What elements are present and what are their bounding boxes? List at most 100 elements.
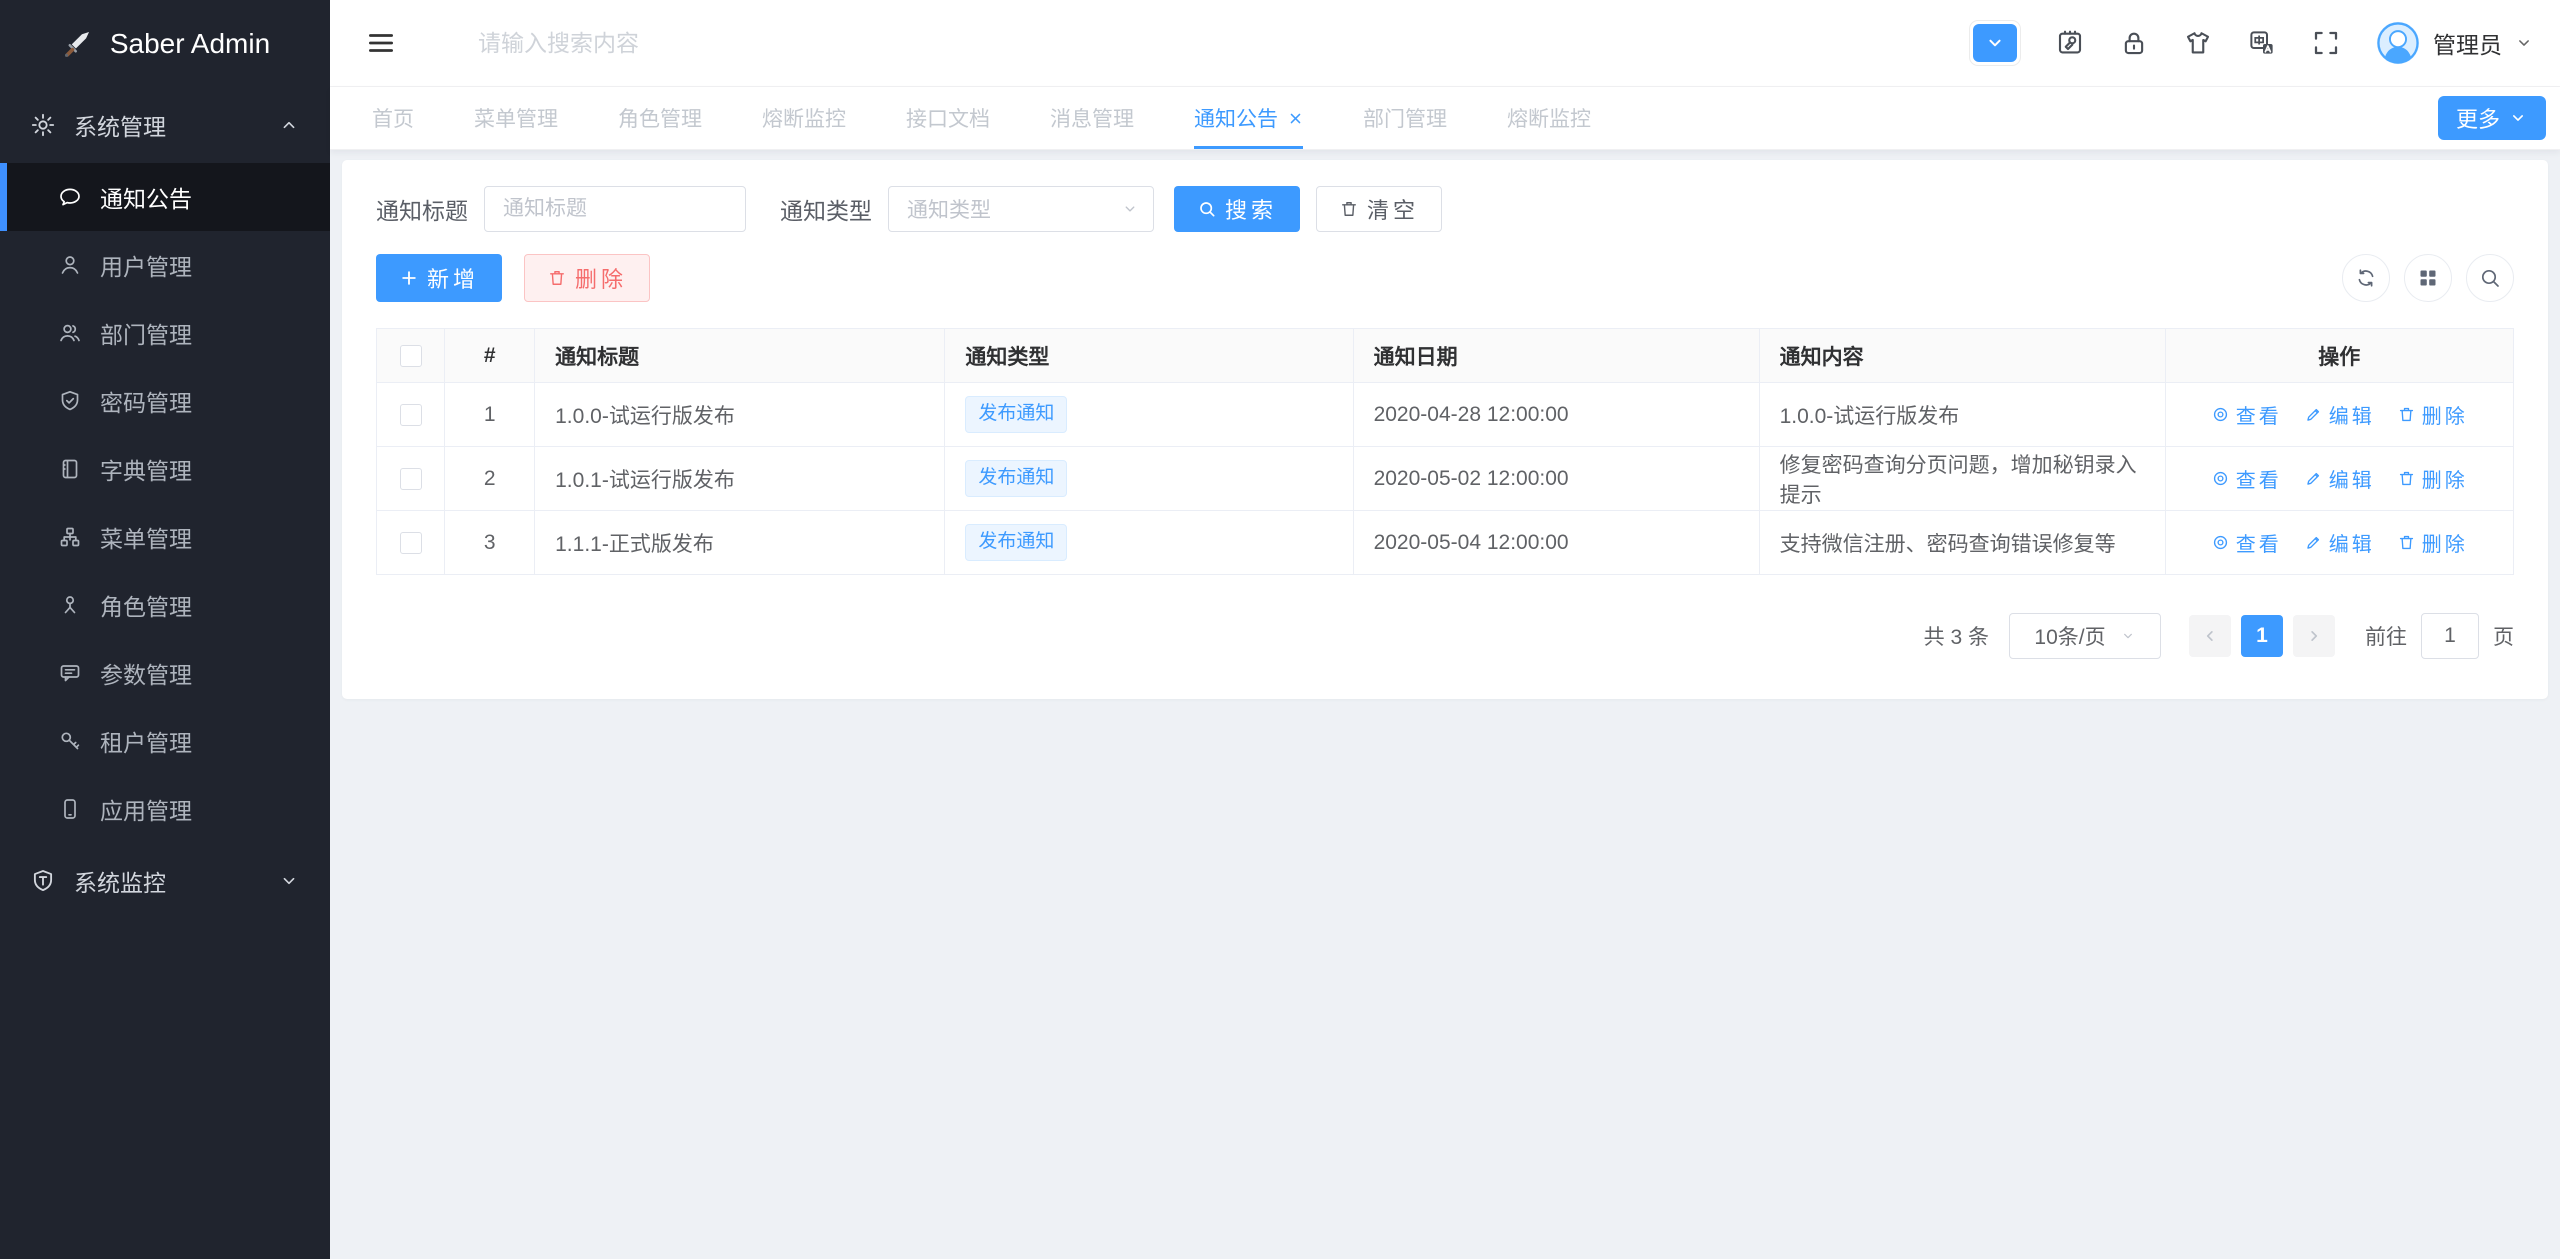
chevron-down-icon: [2120, 628, 2136, 644]
delete-button[interactable]: 删除: [524, 254, 650, 302]
edit-label: 编辑: [2329, 400, 2375, 429]
table-tools: [2342, 254, 2514, 302]
clear-button[interactable]: 清空: [1316, 186, 1442, 232]
tab-label: 熔断监控: [1507, 103, 1591, 133]
type-select-placeholder: 通知类型: [907, 194, 991, 224]
comment-icon: [58, 661, 82, 685]
delete-label: 删除: [2422, 528, 2468, 557]
row-checkbox[interactable]: [400, 468, 422, 490]
user-menu[interactable]: 管理员: [2375, 20, 2534, 66]
book-icon: [58, 457, 82, 481]
edit-icon: [2304, 533, 2323, 552]
goto-page-input[interactable]: [2421, 613, 2479, 659]
sidebar-group-label: 系统管理: [74, 108, 278, 142]
sidebar-group-system-monitor[interactable]: 系统监控: [0, 843, 330, 919]
view-link[interactable]: 查看: [2211, 400, 2282, 429]
total-count: 共 3 条: [1924, 621, 1989, 651]
delete-link[interactable]: 删除: [2397, 400, 2468, 429]
page-1-button[interactable]: 1: [2241, 615, 2283, 657]
row-checkbox[interactable]: [400, 532, 422, 554]
clear-button-label: 清空: [1367, 193, 1419, 225]
select-all-checkbox[interactable]: [400, 345, 422, 367]
topbar: 管理员: [330, 0, 2560, 87]
tab-home[interactable]: 首页: [372, 87, 414, 149]
search-toggle-icon[interactable]: [2466, 254, 2514, 302]
row-actions: 查看 编辑 删除: [2186, 400, 2493, 429]
sidebar-item-notice[interactable]: 通知公告: [0, 163, 330, 231]
sidebar-item-tenant[interactable]: 租户管理: [0, 707, 330, 775]
row-date: 2020-04-28 12:00:00: [1353, 383, 1759, 447]
person-icon: [58, 593, 82, 617]
tab-circuit-monitor[interactable]: 熔断监控: [762, 87, 846, 149]
pagination: 共 3 条 10条/页 1 前往 页: [376, 613, 2514, 659]
sidebar-item-label: 菜单管理: [100, 520, 192, 554]
close-icon[interactable]: [1288, 111, 1303, 126]
view-link[interactable]: 查看: [2211, 464, 2282, 493]
view-link[interactable]: 查看: [2211, 528, 2282, 557]
sidebar-item-user[interactable]: 用户管理: [0, 231, 330, 299]
sidebar-item-label: 用户管理: [100, 248, 192, 282]
lock-icon[interactable]: [2119, 28, 2149, 58]
sidebar-group-system-manage[interactable]: 系统管理: [0, 87, 330, 163]
tab-dept-mgmt[interactable]: 部门管理: [1363, 87, 1447, 149]
add-button[interactable]: 新增: [376, 254, 502, 302]
row-actions: 查看 编辑 删除: [2186, 464, 2493, 493]
type-tag: 发布通知: [965, 460, 1067, 497]
more-tabs-button[interactable]: 更多: [2438, 96, 2546, 140]
sidebar-item-app[interactable]: 应用管理: [0, 775, 330, 843]
refresh-icon[interactable]: [2342, 254, 2390, 302]
col-index: #: [445, 329, 535, 383]
row-checkbox[interactable]: [400, 404, 422, 426]
tab-api-docs[interactable]: 接口文档: [906, 87, 990, 149]
tab-circuit-monitor-2[interactable]: 熔断监控: [1507, 87, 1591, 149]
notice-table: # 通知标题 通知类型 通知日期 通知内容 操作 1 1.0.0-试运行版发布: [376, 328, 2514, 575]
sidebar-item-menu[interactable]: 菜单管理: [0, 503, 330, 571]
type-filter-select[interactable]: 通知类型: [888, 186, 1154, 232]
columns-grid-icon[interactable]: [2404, 254, 2452, 302]
delete-link[interactable]: 删除: [2397, 464, 2468, 493]
app-root: Saber Admin 系统管理 通知公告: [0, 0, 2560, 1259]
sidebar-item-dict[interactable]: 字典管理: [0, 435, 330, 503]
sidebar-item-role[interactable]: 角色管理: [0, 571, 330, 639]
panel-toggle-icon[interactable]: [1969, 20, 2021, 66]
row-content: 修复密码查询分页问题，增加秘钥录入提示: [1759, 447, 2165, 511]
tab-menu-mgmt[interactable]: 菜单管理: [474, 87, 558, 149]
edit-link[interactable]: 编辑: [2304, 400, 2375, 429]
shield-check-icon: [58, 389, 82, 413]
next-page-button[interactable]: [2293, 615, 2335, 657]
row-content: 1.0.0-试运行版发布: [1759, 383, 2165, 447]
tab-message-mgmt[interactable]: 消息管理: [1050, 87, 1134, 149]
shield-t-icon: [30, 868, 56, 894]
sidebar-item-password[interactable]: 密码管理: [0, 367, 330, 435]
delete-button-label: 删除: [575, 262, 627, 294]
tab-label: 通知公告: [1194, 103, 1278, 133]
view-icon: [2211, 469, 2230, 488]
search-button[interactable]: 搜索: [1174, 186, 1300, 232]
delete-link[interactable]: 删除: [2397, 528, 2468, 557]
filter-row: 通知标题 通知类型 通知类型 搜索 清空: [376, 186, 2514, 232]
sidebar-item-dept[interactable]: 部门管理: [0, 299, 330, 367]
hamburger-menu-icon[interactable]: [366, 28, 396, 58]
global-search-input[interactable]: [478, 30, 898, 57]
edit-link[interactable]: 编辑: [2304, 528, 2375, 557]
sidebar-item-param[interactable]: 参数管理: [0, 639, 330, 707]
row-date: 2020-05-02 12:00:00: [1353, 447, 1759, 511]
theme-shirt-icon[interactable]: [2183, 28, 2213, 58]
tools-icon[interactable]: [2055, 28, 2085, 58]
title-filter-input[interactable]: [484, 186, 746, 232]
chevron-down-icon: [2514, 33, 2534, 53]
fullscreen-icon[interactable]: [2311, 28, 2341, 58]
edit-link[interactable]: 编辑: [2304, 464, 2375, 493]
page-size-select[interactable]: 10条/页: [2009, 613, 2161, 659]
chevron-up-icon: [278, 114, 300, 136]
tab-role-mgmt[interactable]: 角色管理: [618, 87, 702, 149]
app-title: Saber Admin: [110, 28, 270, 60]
view-label: 查看: [2236, 400, 2282, 429]
translate-icon[interactable]: [2247, 28, 2277, 58]
tab-label: 菜单管理: [474, 103, 558, 133]
table-row: 1 1.0.0-试运行版发布 发布通知 2020-04-28 12:00:00 …: [377, 383, 2514, 447]
select-all-header: [377, 329, 445, 383]
edit-label: 编辑: [2329, 464, 2375, 493]
tab-notice[interactable]: 通知公告: [1194, 87, 1303, 149]
prev-page-button[interactable]: [2189, 615, 2231, 657]
